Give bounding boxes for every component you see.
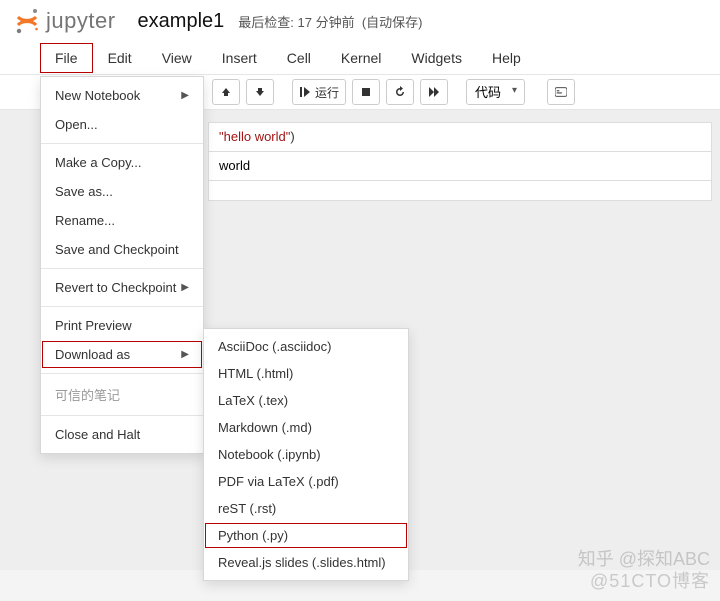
cell-output: world [208,152,712,181]
file-menu-item[interactable]: Rename... [41,206,203,235]
cell-type-select[interactable]: 代码 [466,79,525,105]
restart-button[interactable] [386,79,414,105]
menu-widgets[interactable]: Widgets [396,43,477,73]
download-as-item[interactable]: HTML (.html) [204,360,408,387]
move-down-button[interactable] [246,79,274,105]
notebook-header: jupyter example1 最后检查: 17 分钟前 (自动保存) [0,0,720,40]
restart-run-all-button[interactable] [420,79,448,105]
download-as-item[interactable]: PDF via LaTeX (.pdf) [204,468,408,495]
download-as-item[interactable]: Notebook (.ipynb) [204,441,408,468]
command-palette-button[interactable] [547,79,575,105]
file-menu-item[interactable]: New Notebook▶ [41,81,203,110]
watermark-51cto: @51CTO博客 [590,567,710,593]
jupyter-wordmark: jupyter [46,8,116,34]
menu-kernel[interactable]: Kernel [326,43,396,73]
download-as-item[interactable]: Python (.py) [204,522,408,549]
notebook-name[interactable]: example1 [138,10,225,33]
empty-cell[interactable] [208,181,712,201]
jupyter-icon [14,8,40,34]
menu-insert[interactable]: Insert [207,43,272,73]
file-menu-item[interactable]: Close and Halt [41,420,203,449]
menu-help[interactable]: Help [477,43,536,73]
code-cell[interactable]: "hello world") [208,122,712,152]
file-menu-item[interactable]: Print Preview [41,311,203,340]
run-label: 运行 [315,84,339,101]
run-button[interactable]: 运行 [292,79,346,105]
file-menu-item[interactable]: Revert to Checkpoint▶ [41,273,203,302]
chevron-right-icon: ▶ [181,349,189,360]
last-checkpoint: 最后检查: 17 分钟前 (自动保存) [238,12,422,31]
chevron-right-icon: ▶ [181,90,189,101]
download-as-item[interactable]: Reveal.js slides (.slides.html) [204,549,408,576]
chevron-right-icon: ▶ [181,282,189,293]
menu-edit[interactable]: Edit [93,43,147,73]
file-menu-dropdown: New Notebook▶Open...Make a Copy...Save a… [40,76,204,454]
file-menu-item[interactable]: Download as▶ [41,340,203,369]
download-as-item[interactable]: Markdown (.md) [204,414,408,441]
file-menu-item[interactable]: 可信的笔记 [41,378,203,411]
move-up-button[interactable] [212,79,240,105]
file-menu-item[interactable]: Save and Checkpoint [41,235,203,264]
download-as-submenu: AsciiDoc (.asciidoc)HTML (.html)LaTeX (.… [203,328,409,581]
file-menu-item[interactable]: Save as... [41,177,203,206]
file-menu-item[interactable]: Make a Copy... [41,148,203,177]
download-as-item[interactable]: LaTeX (.tex) [204,387,408,414]
menubar: File Edit View Insert Cell Kernel Widget… [0,40,720,74]
jupyter-logo[interactable]: jupyter [14,8,116,34]
menu-cell[interactable]: Cell [272,43,326,73]
file-menu-item[interactable]: Open... [41,110,203,139]
menu-view[interactable]: View [147,43,207,73]
download-as-item[interactable]: reST (.rst) [204,495,408,522]
download-as-item[interactable]: AsciiDoc (.asciidoc) [204,333,408,360]
menu-file[interactable]: File [40,43,93,73]
interrupt-button[interactable] [352,79,380,105]
